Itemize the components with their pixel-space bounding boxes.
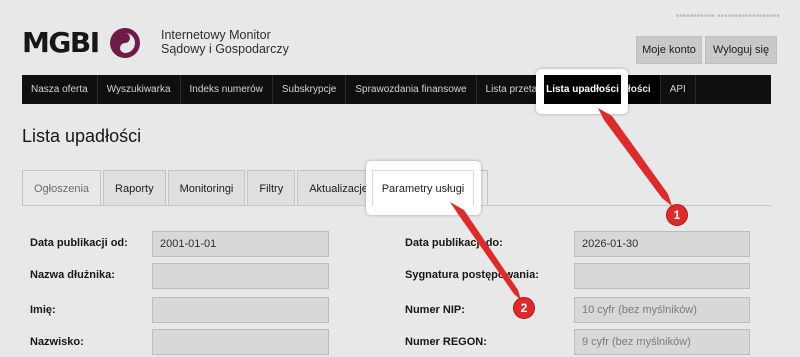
- arrow-1: [598, 108, 672, 206]
- annotation-badge-2: 2: [513, 297, 535, 319]
- annotation-badge-1: 1: [666, 204, 688, 226]
- annotation-arrows: [450, 108, 672, 300]
- arrow-2: [450, 202, 521, 300]
